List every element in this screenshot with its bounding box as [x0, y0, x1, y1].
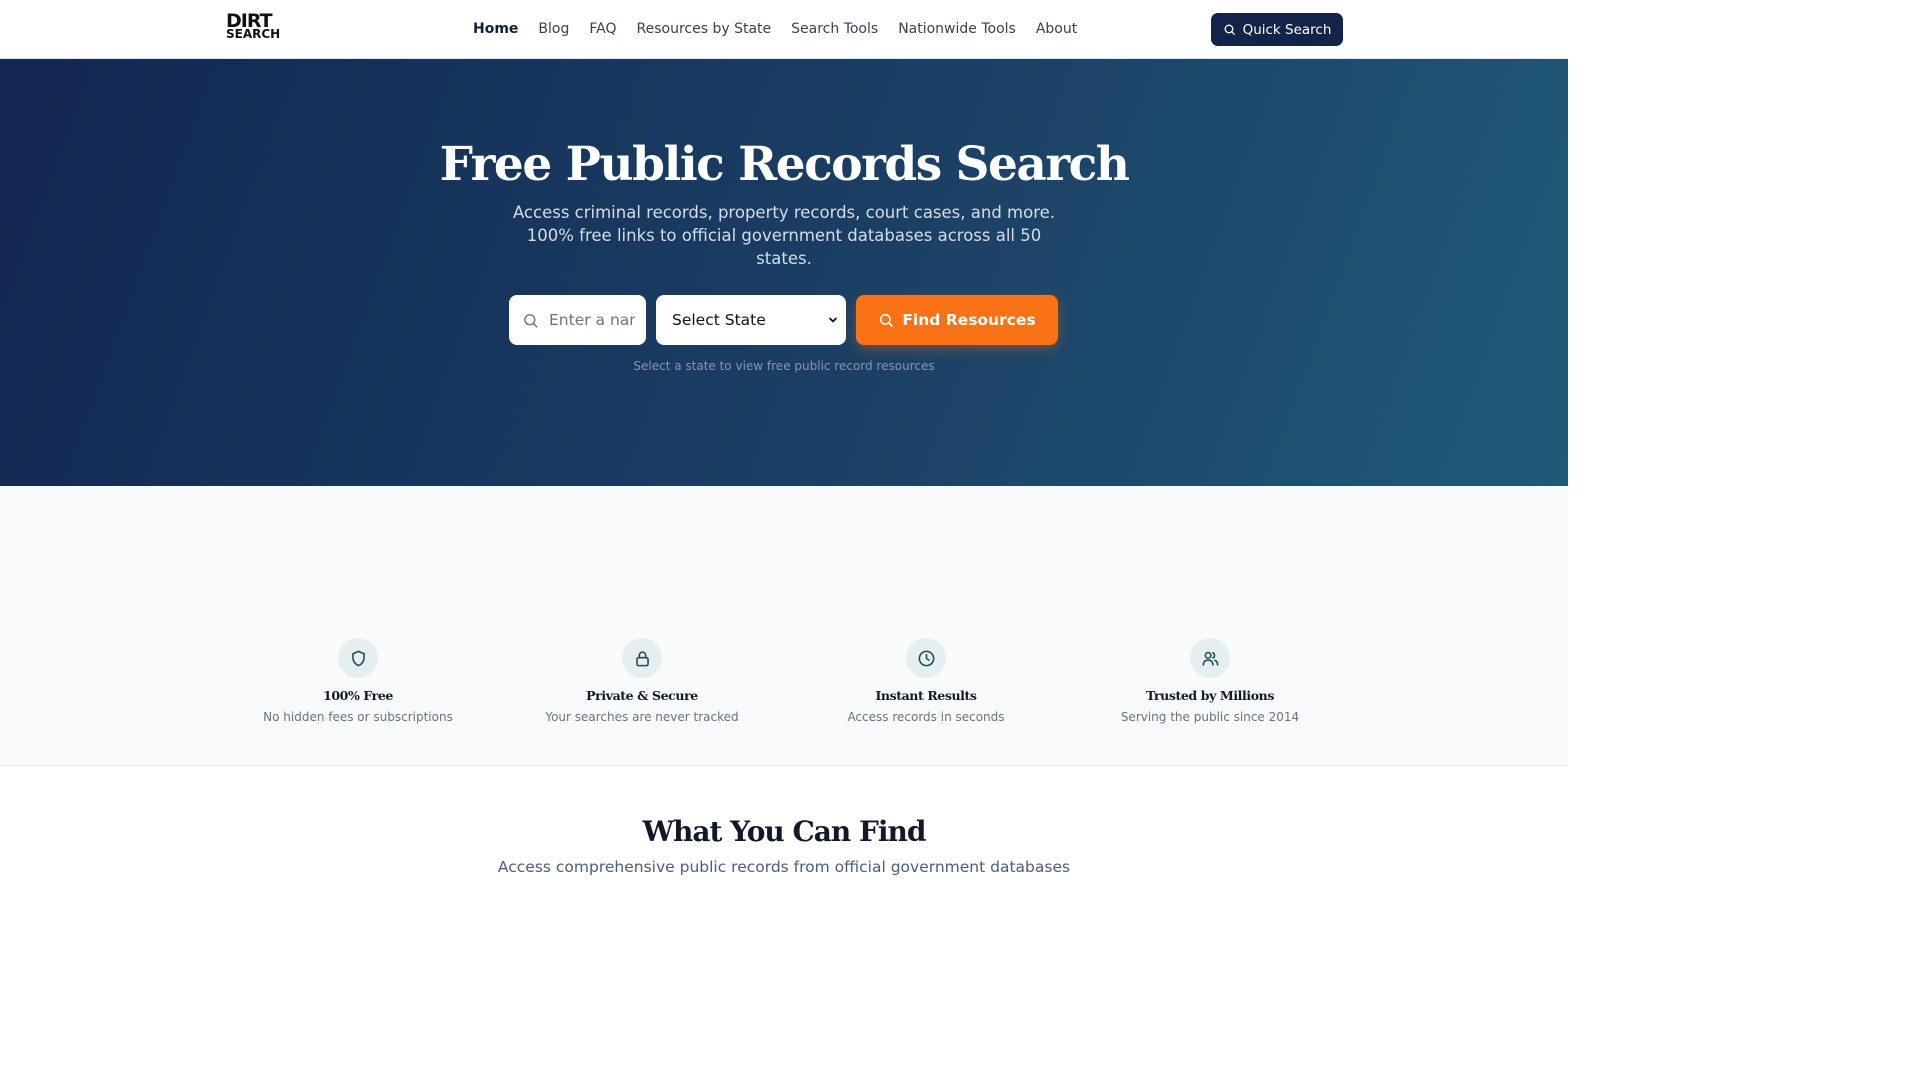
nav-about[interactable]: About [1036, 21, 1077, 37]
quick-search-button[interactable]: Quick Search [1211, 13, 1343, 46]
logo-line1: DIRT [226, 10, 273, 32]
site-logo[interactable]: DIRT SEARCH [226, 10, 306, 44]
name-search-field[interactable] [509, 295, 646, 345]
feature-description: Access records in seconds [847, 710, 1005, 724]
lock-icon [635, 650, 649, 666]
feature-icon-badge [622, 638, 662, 678]
nav-nationwide-tools[interactable]: Nationwide Tools [898, 21, 1016, 37]
quick-search-label: Quick Search [1242, 21, 1332, 38]
feature-title: Trusted by Millions [1146, 688, 1274, 703]
hero-subtitle: Access criminal records, property record… [512, 203, 1056, 268]
search-icon [524, 313, 538, 328]
feature-icon-badge [906, 638, 946, 678]
search-icon [1224, 24, 1235, 36]
logo-line2: SEARCH [226, 27, 281, 41]
nav-resources-by-state[interactable]: Resources by State [637, 21, 772, 37]
feature-title: 100% Free [323, 688, 393, 703]
nav-faq[interactable]: FAQ [589, 21, 616, 37]
feature-free: 100% Free No hidden fees or subscription… [238, 638, 478, 724]
hero-title: Free Public Records Search [439, 137, 1130, 192]
section-title: What You Can Find [642, 815, 927, 848]
state-select[interactable]: Select State [656, 295, 846, 345]
name-search-input[interactable] [549, 311, 635, 329]
feature-description: Your searches are never tracked [545, 710, 739, 724]
find-resources-button[interactable]: Find Resources [856, 295, 1058, 345]
feature-trusted: Trusted by Millions Serving the public s… [1090, 638, 1330, 724]
feature-title: Instant Results [875, 688, 977, 703]
clock-icon [918, 650, 934, 666]
features-section: 100% Free No hidden fees or subscription… [0, 486, 1568, 766]
hero-section: Free Public Records Search Access crimin… [0, 59, 1568, 486]
feature-icon-badge [338, 638, 378, 678]
nav-blog[interactable]: Blog [538, 21, 569, 37]
feature-description: No hidden fees or subscriptions [263, 710, 453, 724]
feature-icon-badge [1190, 638, 1230, 678]
feature-description: Serving the public since 2014 [1120, 710, 1300, 724]
find-resources-label: Find Resources [902, 311, 1036, 329]
search-icon [880, 313, 894, 327]
feature-private: Private & Secure Your searches are never… [522, 638, 762, 724]
feature-title: Private & Secure [586, 688, 698, 703]
hero-hint: Select a state to view free public recor… [633, 359, 935, 373]
section-subtitle: Access comprehensive public records from… [497, 858, 1071, 876]
top-navbar: DIRT SEARCH Home Blog FAQ Resources by S… [0, 0, 1568, 59]
hero-search-form: Select State Find Resources [509, 295, 1058, 345]
shield-icon [351, 650, 365, 666]
state-select-value: Select State [672, 311, 766, 329]
main-nav: Home Blog FAQ Resources by State Search … [473, 0, 1077, 58]
nav-search-tools[interactable]: Search Tools [791, 21, 878, 37]
users-icon [1202, 651, 1218, 666]
chevron-down-icon [829, 317, 837, 323]
feature-instant: Instant Results Access records in second… [806, 638, 1046, 724]
nav-home[interactable]: Home [473, 21, 518, 37]
